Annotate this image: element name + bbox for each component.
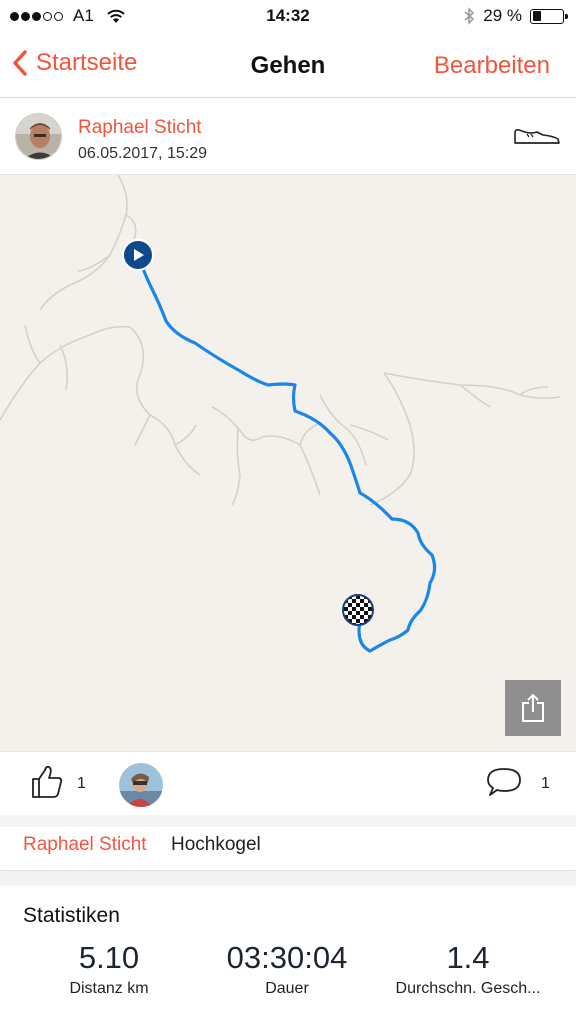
statistics-section: Statistiken 5.10 Distanz km 03:30:04 Dau… — [0, 886, 576, 1024]
stat-label: Durchschn. Gesch... — [395, 980, 541, 997]
stat-value: 1.4 — [446, 940, 490, 975]
battery-percent: 29 % — [483, 6, 522, 25]
edit-button[interactable]: Bearbeiten — [434, 52, 550, 80]
stat-distance: 5.10 Distanz km — [40, 940, 178, 998]
liker-avatar[interactable] — [119, 763, 163, 807]
statistics-heading: Statistiken — [23, 904, 120, 927]
stat-value: 03:30:04 — [226, 940, 348, 975]
activity-title: Hochkogel — [171, 834, 261, 855]
map-terrain — [0, 175, 561, 506]
stat-value: 5.10 — [78, 940, 140, 975]
author-name[interactable]: Raphael Sticht — [78, 117, 202, 139]
route-line — [136, 253, 437, 653]
back-button-label: Startseite — [36, 49, 138, 76]
stat-label: Distanz km — [69, 980, 149, 997]
section-divider — [0, 872, 576, 886]
comment-icon[interactable] — [485, 766, 523, 798]
battery-icon — [530, 8, 568, 24]
route-map[interactable] — [0, 175, 576, 751]
map-canvas — [0, 175, 561, 653]
shoe-icon — [514, 129, 560, 144]
back-button[interactable]: Startseite — [12, 49, 137, 77]
stat-label: Dauer — [265, 980, 309, 997]
bluetooth-icon — [464, 7, 475, 25]
share-icon — [522, 693, 544, 722]
start-marker — [122, 239, 154, 271]
chevron-left-icon — [13, 50, 27, 76]
status-right: 29 % — [463, 6, 568, 26]
author-avatar[interactable] — [15, 113, 62, 160]
nav-bar: Startseite Gehen Bearbeiten — [0, 32, 576, 98]
section-divider — [0, 815, 576, 827]
activity-header: Raphael Sticht 06.05.2017, 15:29 — [0, 99, 576, 175]
stat-duration: 03:30:04 Dauer — [208, 940, 366, 998]
like-count: 1 — [77, 775, 86, 792]
activity-title-row: Raphael Sticht Hochkogel — [0, 827, 576, 871]
stat-average-speed: 1.4 Durchschn. Gesch... — [380, 940, 556, 998]
battery-level — [532, 11, 541, 21]
title-author[interactable]: Raphael Sticht — [23, 834, 147, 856]
social-row: 1 1 — [0, 751, 576, 815]
activity-date: 06.05.2017, 15:29 — [78, 145, 208, 162]
thumbs-up-icon[interactable] — [30, 764, 64, 800]
finish-marker — [342, 594, 374, 626]
comment-count: 1 — [541, 775, 550, 792]
share-button[interactable] — [505, 680, 561, 736]
status-bar: A1 14:32 29 % — [0, 0, 576, 32]
